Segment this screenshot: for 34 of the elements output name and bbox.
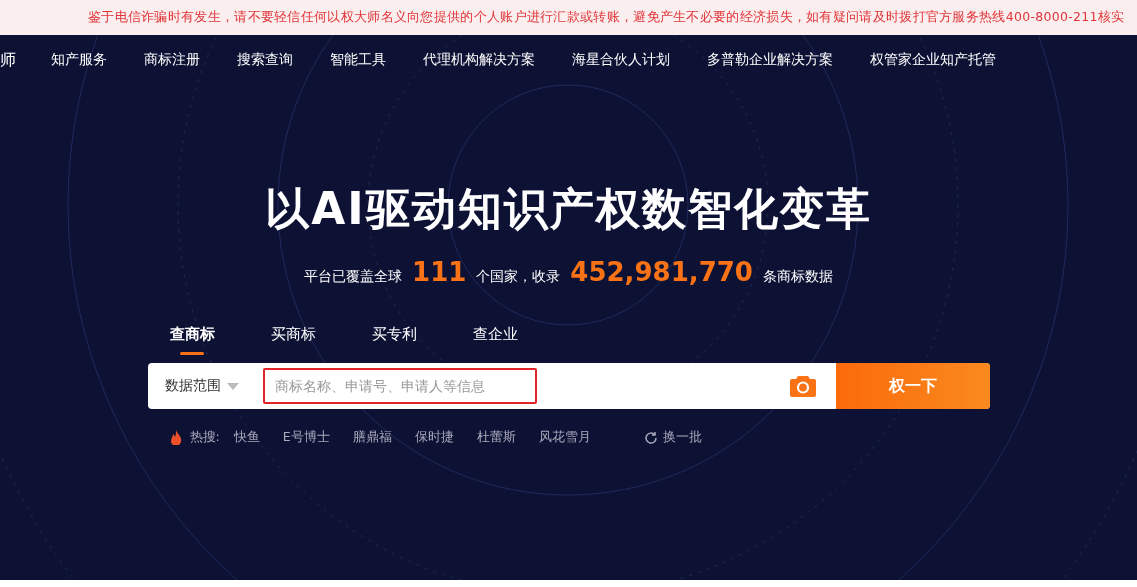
stat-number: 452,981,770 xyxy=(570,257,753,287)
nav-link[interactable]: 海星合伙人计划 xyxy=(572,51,670,69)
nav-link[interactable]: 多普勒企业解决方案 xyxy=(707,51,833,69)
nav-link[interactable]: 搜索查询 xyxy=(237,51,293,69)
hot-search-link[interactable]: 快鱼 xyxy=(233,429,260,446)
stat-text: 平台已覆盖全球 xyxy=(304,268,403,286)
flame-icon xyxy=(169,430,182,445)
notice-text: 鉴于电信诈骗时有发生，请不要轻信任何以权大师名义向您提供的个人账户进行汇款或转账，避免产生不必要的经济损失，如有疑问请及时拨打官方服务热线400-8000-211核实 xyxy=(88,9,1125,26)
refresh-icon xyxy=(643,430,658,445)
nav-link[interactable]: 权管家企业知产托管 xyxy=(870,51,996,69)
caret-icon xyxy=(226,382,239,390)
nav-link[interactable]: 代理机构解决方案 xyxy=(423,51,535,69)
hot-search-label: 热搜: xyxy=(189,429,220,446)
refresh-button[interactable]: 换一批 xyxy=(643,429,702,446)
hot-search-link[interactable]: 保时捷 xyxy=(414,429,454,446)
search-tab[interactable]: 买专利 xyxy=(371,325,417,355)
logo-text[interactable]: 师 xyxy=(0,49,20,71)
hot-search-link[interactable]: 膳鼎福 xyxy=(352,429,392,446)
hot-search-link[interactable]: 风花雪月 xyxy=(538,429,591,446)
hero-title: 以AI驱动知识产权数智化变革 xyxy=(265,182,872,236)
nav-link[interactable]: 商标注册 xyxy=(144,51,200,69)
stat-text: 条商标数据 xyxy=(762,268,833,286)
hot-search-link[interactable]: 杜蕾斯 xyxy=(476,429,516,446)
search-tab[interactable]: 查企业 xyxy=(472,325,518,355)
nav-link[interactable]: 知产服务 xyxy=(51,51,107,69)
stat-text: 个国家，收录 xyxy=(476,268,561,286)
nav-link[interactable]: 智能工具 xyxy=(330,51,386,69)
search-tab[interactable]: 买商标 xyxy=(270,325,316,355)
scope-dropdown[interactable]: 数据范围 xyxy=(147,377,263,395)
search-input[interactable]: 商标名称、申请号、申请人等信息 xyxy=(262,368,537,404)
hot-search-link[interactable]: E号博士 xyxy=(282,429,330,446)
stat-number: 111 xyxy=(412,257,467,287)
camera-icon[interactable] xyxy=(789,375,816,397)
search-tab[interactable]: 查商标 xyxy=(169,325,215,355)
